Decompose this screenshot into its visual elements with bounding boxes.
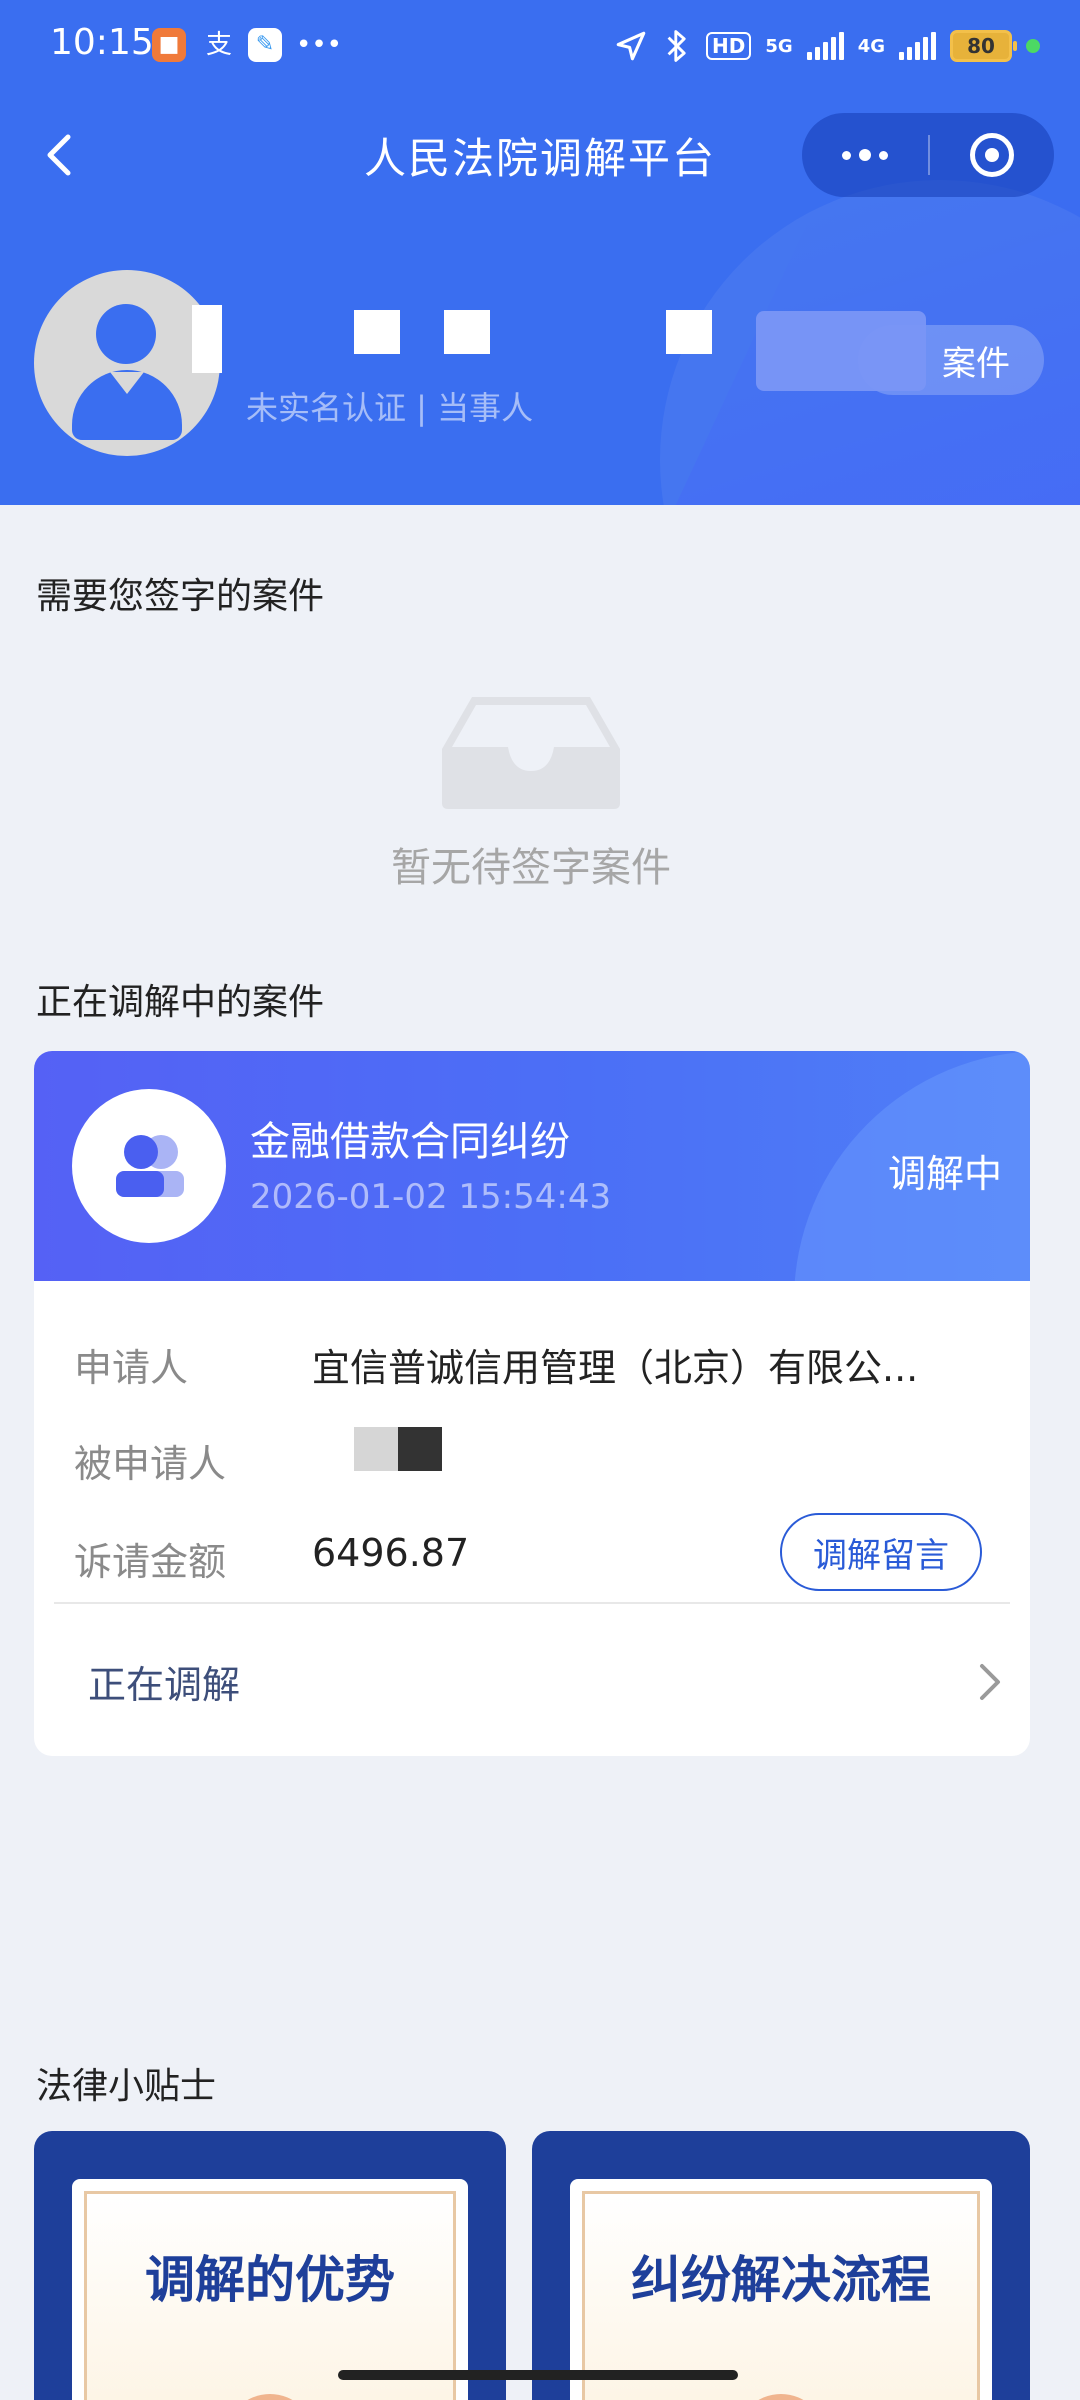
status-time: 10:15 <box>50 22 154 63</box>
alipay-app-icon: 支 <box>205 30 232 60</box>
case-title: 金融借款合同纠纷 <box>250 1119 570 1165</box>
progress-text: 正在调解 <box>88 1663 241 1707</box>
close-miniprogram-button[interactable] <box>930 113 1054 197</box>
empty-inbox-icon <box>442 697 620 809</box>
mediation-progress-row[interactable]: 正在调解 <box>34 1604 1030 1756</box>
tip-card-process[interactable]: 纠纷解决流程 <box>532 2131 1030 2400</box>
bluetooth-icon <box>667 30 686 62</box>
mediation-section-title: 正在调解中的案件 <box>36 982 325 1023</box>
tip-card-border: 调解的优势 <box>84 2191 456 2400</box>
tip-card-frame: 调解的优势 <box>72 2179 468 2400</box>
signal-4g-icon <box>899 32 936 60</box>
tip-card-advantages[interactable]: 调解的优势 <box>34 2131 506 2400</box>
avatar-head <box>96 304 156 364</box>
amount-label: 诉请金额 <box>74 1540 227 1584</box>
tip-card-title: 纠纷解决流程 <box>631 2251 931 2309</box>
network-5g-label: 5G <box>765 35 793 57</box>
status-icons: HD 5G 4G 80 <box>614 22 1040 70</box>
status-bar: 10:15 ■ 支 ✎ ••• HD 5G 4G 80 <box>0 0 1080 95</box>
redacted-respondent <box>354 1427 398 1471</box>
applicant-label: 申请人 <box>74 1346 189 1390</box>
applicant-value: 宜信普诚信用管理（北京）有限公... <box>312 1346 919 1390</box>
privacy-dot-icon <box>1026 39 1040 53</box>
battery-icon: 80 <box>950 30 1017 62</box>
tip-card-border: 纠纷解决流程 <box>582 2191 980 2400</box>
location-icon <box>616 31 646 61</box>
case-card-header: 金融借款合同纠纷 2026-01-02 15:54:43 调解中 <box>34 1051 1030 1281</box>
network-4g-label: 4G <box>857 35 885 57</box>
parties-icon <box>72 1089 226 1243</box>
case-card[interactable]: 金融借款合同纠纷 2026-01-02 15:54:43 调解中 申请人 宜信普… <box>34 1051 1030 1756</box>
hd-badge: HD <box>706 32 752 60</box>
case-status-badge: 调解中 <box>887 1152 1002 1196</box>
target-icon <box>970 133 1014 177</box>
notes-app-icon: ✎ <box>248 28 282 62</box>
empty-state-text: 暂无待签字案件 <box>391 845 671 891</box>
tip-card-frame: 纠纷解决流程 <box>570 2179 992 2400</box>
nav-bar: 人民法院调解平台 <box>0 95 1080 215</box>
case-timestamp: 2026-01-02 15:54:43 <box>250 1177 612 1217</box>
redacted-name <box>354 310 400 354</box>
document-icon <box>736 2394 826 2400</box>
document-icon <box>225 2394 315 2400</box>
home-indicator[interactable] <box>338 2370 738 2380</box>
user-profile: 未实名认证 | 当事人 案件 <box>0 215 1080 505</box>
sign-section-title: 需要您签字的案件 <box>36 576 325 617</box>
user-verification-status: 未实名认证 | 当事人 <box>246 389 534 427</box>
redacted-name <box>444 310 490 354</box>
redacted-name <box>192 305 222 373</box>
redacted-name <box>666 310 712 354</box>
more-notifications-icon: ••• <box>296 30 343 60</box>
case-button-label: 案件 <box>942 343 1010 384</box>
header-banner: 10:15 ■ 支 ✎ ••• HD 5G 4G 80 人民法院调解平台 未实名… <box>0 0 1080 505</box>
amount-value: 6496.87 <box>312 1531 470 1575</box>
tip-card-title: 调解的优势 <box>145 2251 395 2309</box>
chevron-right-icon <box>980 1664 1000 1700</box>
miniprogram-capsule <box>802 113 1054 197</box>
redacted-overlay <box>756 311 926 391</box>
mediation-message-button[interactable]: 调解留言 <box>780 1513 982 1591</box>
taobao-app-icon: ■ <box>152 28 186 62</box>
redacted-respondent <box>398 1427 442 1471</box>
more-options-button[interactable] <box>802 113 928 197</box>
tips-section-title: 法律小贴士 <box>36 2066 217 2107</box>
respondent-label: 被申请人 <box>74 1442 227 1486</box>
content-sheet: 需要您签字的案件 暂无待签字案件 正在调解中的案件 金融借款合同纠纷 2026-… <box>0 505 1080 2400</box>
back-arrow-icon[interactable] <box>40 131 80 179</box>
signal-5g-icon <box>806 32 844 60</box>
